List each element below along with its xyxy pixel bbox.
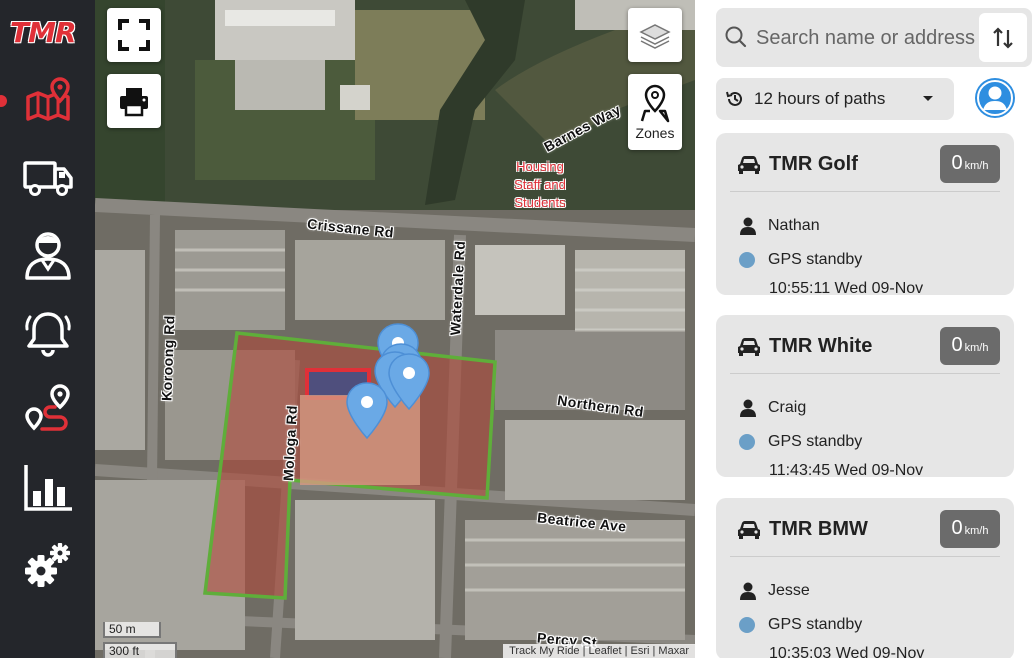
- sidebar-item-alerts[interactable]: [0, 298, 95, 368]
- scale-imperial: 300 ft: [103, 642, 177, 658]
- status-indicator: [739, 617, 755, 633]
- truck-icon: [22, 161, 73, 196]
- search-bar: [716, 8, 1032, 67]
- vehicle-card[interactable]: TMR BMW 0 km/h Jesse GPS standby 10:35:0…: [716, 498, 1014, 658]
- last-update-time: 10:55:11 Wed 09-Nov: [769, 280, 924, 297]
- place-label: Housing Staff and Students: [514, 159, 566, 210]
- car-icon: [738, 156, 760, 174]
- layers-icon: [639, 24, 671, 49]
- zones-button[interactable]: Zones: [628, 74, 682, 150]
- zones-icon: [640, 84, 670, 123]
- gps-status: GPS standby: [768, 251, 863, 268]
- fullscreen-button[interactable]: [107, 8, 161, 62]
- fullscreen-icon: [118, 19, 150, 51]
- speed-badge: 0 km/h: [940, 145, 1000, 183]
- person-icon: [740, 582, 756, 600]
- sidebar-item-settings[interactable]: [0, 530, 95, 600]
- sidebar-item-vehicles[interactable]: [0, 142, 95, 212]
- sidebar-item-drivers[interactable]: [0, 220, 95, 290]
- map-pin-icon: [25, 77, 70, 121]
- satellite-imagery[interactable]: [95, 0, 695, 658]
- paths-duration-label: 12 hours of paths: [754, 89, 886, 108]
- paths-duration-select[interactable]: 12 hours of paths: [716, 78, 954, 120]
- sort-button[interactable]: [979, 13, 1027, 62]
- driver-name: Nathan: [768, 217, 820, 234]
- vehicle-card[interactable]: TMR White 0 km/h Craig GPS standby 11:43…: [716, 315, 1014, 479]
- sidebar: TMR: [0, 0, 95, 658]
- vehicle-card[interactable]: TMR Golf 0 km/h Nathan GPS standby 10:55…: [716, 133, 1014, 297]
- sidebar-item-routes[interactable]: [0, 374, 95, 444]
- gps-status: GPS standby: [768, 616, 863, 633]
- status-indicator: [739, 252, 755, 268]
- last-update-time: 10:35:03 Wed 09-Nov: [769, 645, 925, 658]
- bar-chart-icon: [23, 465, 72, 511]
- print-icon: [120, 88, 148, 117]
- divider: [730, 191, 1000, 192]
- person-icon: [740, 399, 756, 417]
- history-icon: [726, 91, 742, 106]
- scale-metric: 50 m: [103, 622, 161, 638]
- sidebar-item-reports[interactable]: [0, 452, 95, 522]
- divider: [730, 373, 1000, 374]
- vehicle-name: TMR White: [769, 335, 873, 357]
- vehicle-name: TMR Golf: [769, 153, 858, 175]
- driver-name: Craig: [768, 399, 807, 416]
- person-icon: [740, 217, 756, 235]
- car-icon: [738, 521, 760, 539]
- chevron-down-icon: [923, 96, 933, 101]
- car-icon: [738, 338, 760, 356]
- user-avatar[interactable]: [975, 78, 1015, 118]
- divider: [730, 556, 1000, 557]
- driver-icon: [24, 232, 71, 280]
- app-root: TMR Barnes Way Crissane Rd Waterdale Rd …: [0, 0, 1033, 658]
- gps-status: GPS standby: [768, 433, 863, 450]
- map-view[interactable]: Barnes Way Crissane Rd Waterdale Rd Koro…: [95, 0, 695, 658]
- vehicle-name: TMR BMW: [769, 518, 868, 540]
- user-icon: [977, 80, 1013, 116]
- map-attribution[interactable]: Track My Ride | Leaflet | Esri | Maxar: [503, 644, 695, 658]
- search-icon: [725, 26, 747, 48]
- bell-icon: [24, 312, 71, 357]
- logo[interactable]: TMR: [10, 16, 84, 49]
- route-icon: [24, 384, 70, 431]
- active-indicator: [0, 95, 7, 107]
- speed-badge: 0 km/h: [940, 327, 1000, 365]
- print-button[interactable]: [107, 74, 161, 128]
- layers-button[interactable]: [628, 8, 682, 62]
- search-input[interactable]: [756, 24, 978, 52]
- driver-name: Jesse: [768, 582, 810, 599]
- last-update-time: 11:43:45 Wed 09-Nov: [769, 462, 924, 479]
- speed-badge: 0 km/h: [940, 510, 1000, 548]
- gears-icon: [24, 543, 70, 587]
- road-label: Koroong Rd: [158, 314, 178, 402]
- vehicle-panel: 12 hours of paths TMR Golf 0 k: [695, 0, 1033, 658]
- sidebar-item-map[interactable]: [0, 66, 95, 136]
- zones-label: Zones: [635, 125, 675, 141]
- sort-arrows-icon: [993, 26, 1013, 49]
- status-indicator: [739, 434, 755, 450]
